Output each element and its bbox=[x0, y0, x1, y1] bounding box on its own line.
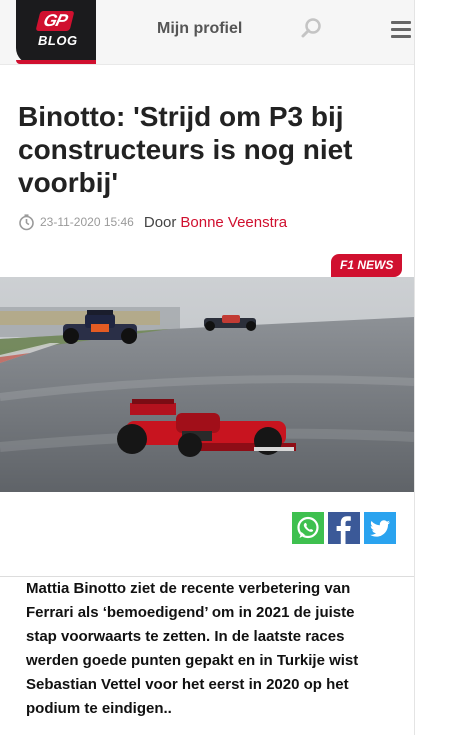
article-title: Binotto: 'Strijd om P3 bij constructeurs… bbox=[18, 101, 353, 198]
clock-icon bbox=[19, 213, 34, 230]
article-lead: Mattia Binotto ziet de recente verbeteri… bbox=[26, 580, 359, 717]
author-link[interactable]: Bonne Veenstra bbox=[180, 214, 287, 231]
article-meta: 23-11-2020 15:46 Door Bonne Veenstra bbox=[18, 212, 287, 232]
logo-gp-text: GP bbox=[35, 11, 75, 31]
page-frame: GP BLOG Mijn profiel Binotto: 'Strijd om… bbox=[0, 0, 415, 735]
category-badge[interactable]: F1 NEWS bbox=[331, 254, 403, 277]
twitter-icon[interactable] bbox=[364, 512, 396, 544]
logo-accent-stripe bbox=[16, 60, 96, 64]
my-profile-link[interactable]: Mijn profiel bbox=[157, 20, 242, 38]
search-icon[interactable] bbox=[300, 17, 322, 39]
logo-blog-text: BLOG bbox=[38, 33, 78, 48]
facebook-icon[interactable] bbox=[328, 512, 360, 544]
share-buttons bbox=[292, 512, 396, 544]
hero-image bbox=[0, 277, 414, 492]
hamburger-menu-icon[interactable] bbox=[391, 21, 411, 39]
gpblog-logo[interactable]: GP BLOG bbox=[16, 0, 96, 64]
publish-date: 23-11-2020 15:46 bbox=[40, 215, 134, 229]
whatsapp-icon[interactable] bbox=[292, 512, 324, 544]
site-header: GP BLOG Mijn profiel bbox=[0, 0, 414, 65]
byline-label: Door bbox=[143, 213, 177, 231]
